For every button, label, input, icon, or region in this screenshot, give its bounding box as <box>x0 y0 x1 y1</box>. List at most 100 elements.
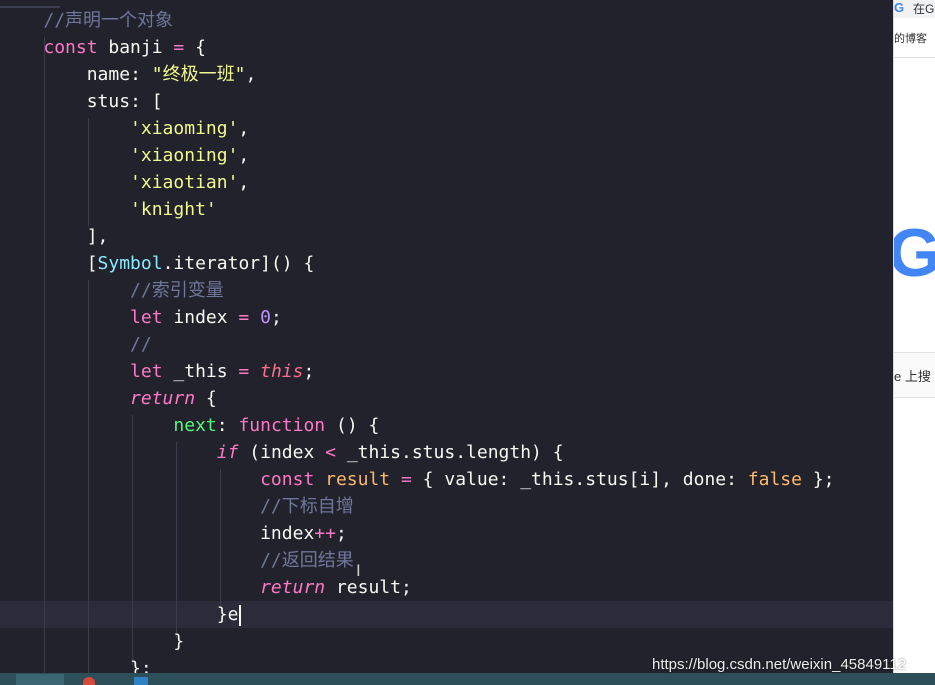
code-token: = <box>238 361 250 382</box>
code-token: 'xiaoning' <box>130 145 239 166</box>
code-token: function <box>238 415 326 436</box>
code-token: = <box>238 307 250 328</box>
code-token: index <box>260 523 315 544</box>
code-token: 'xiaotian' <box>130 172 239 193</box>
code-line[interactable]: } <box>0 628 184 655</box>
code-line[interactable]: }e <box>0 601 242 628</box>
code-line[interactable]: //下标自增 <box>0 493 354 520</box>
code-token: : [ <box>130 91 163 112</box>
code-token: , <box>238 145 250 166</box>
code-token: const <box>260 469 315 490</box>
code-token: }; <box>130 658 152 673</box>
code-line[interactable]: ], <box>0 223 109 250</box>
code-token: return <box>130 388 196 409</box>
code-token: ++ <box>314 523 336 544</box>
code-token: , <box>238 172 250 193</box>
code-token: if <box>216 442 239 463</box>
app-icon[interactable] <box>134 677 148 685</box>
google-logo-icon: GO <box>894 214 935 292</box>
taskbar-active-app[interactable] <box>16 674 64 685</box>
code-token: let <box>130 307 163 328</box>
browser-tab-title[interactable]: 在G <box>913 0 934 17</box>
text-cursor-ibeam-icon: Ⅰ <box>356 561 361 580</box>
code-line[interactable]: const result = { value: _this.stus[i], d… <box>0 466 835 493</box>
code-token: iterator <box>173 253 261 274</box>
code-token: , <box>245 64 257 85</box>
code-token: name <box>86 64 131 85</box>
code-token: Symbol <box>97 253 163 274</box>
code-line[interactable]: }; <box>0 655 152 673</box>
code-token: { <box>184 37 206 58</box>
code-line[interactable]: 'xiaoning', <box>0 142 249 169</box>
code-line[interactable]: index++; <box>0 520 347 547</box>
code-token: }; <box>801 469 835 490</box>
code-token: stus <box>86 91 131 112</box>
code-line[interactable]: return { <box>0 385 217 412</box>
code-line[interactable]: // <box>0 331 152 358</box>
code-token: _this.stus.length) { <box>335 442 564 463</box>
code-line[interactable]: stus: [ <box>0 88 163 115</box>
code-token: { value: _this.stus[i], done: <box>411 469 748 490</box>
code-token: ], <box>86 226 109 247</box>
code-line[interactable]: next: function () { <box>0 412 379 439</box>
code-editor[interactable]: //声明一个对象 const banji = { name: "终极一班", s… <box>0 0 893 673</box>
search-box-placeholder: e 上搜 <box>894 369 931 384</box>
code-token: = <box>173 37 185 58</box>
browser-window-edge[interactable]: G 在G 的博客 GO e 上搜 <box>893 0 935 673</box>
code-line[interactable]: //返回结果 <box>0 547 354 574</box>
code-token: < <box>325 442 336 463</box>
code-line[interactable]: return result; <box>0 574 412 601</box>
chrome-app-icon[interactable] <box>83 677 95 685</box>
code-line[interactable]: //索引变量 <box>0 277 224 304</box>
code-token: 'knight' <box>130 199 217 220</box>
code-token: // <box>130 334 152 355</box>
google-favicon-icon: G <box>894 0 905 15</box>
code-line[interactable]: 'knight' <box>0 196 217 223</box>
watermark: https://blog.csdn.net/weixin_45849112 <box>652 656 907 673</box>
code-line[interactable]: 'xiaotian', <box>0 169 249 196</box>
code-token: _this <box>162 361 239 382</box>
code-line[interactable]: const banji = { <box>0 34 206 61</box>
code-token: }e <box>216 604 239 625</box>
code-token: false <box>747 469 802 490</box>
code-token: ; <box>303 361 315 382</box>
bookmark-label[interactable]: 的博客 <box>894 30 927 46</box>
code-line[interactable]: //声明一个对象 <box>0 7 173 34</box>
code-token: next <box>173 415 217 436</box>
code-token: result <box>325 469 391 490</box>
code-token: let <box>130 361 163 382</box>
code-line[interactable]: [Symbol.iterator]() { <box>0 250 315 277</box>
code-line[interactable]: let index = 0; <box>0 304 282 331</box>
code-token: . <box>162 253 174 274</box>
code-line[interactable]: let _this = this; <box>0 358 314 385</box>
code-line[interactable]: 'xiaoming', <box>0 115 249 142</box>
code-line[interactable]: if (index < _this.stus.length) { <box>0 439 564 466</box>
code-token: //索引变量 <box>130 280 224 301</box>
code-token: banji <box>97 37 174 58</box>
taskbar <box>0 673 935 685</box>
code-token: (index <box>238 442 326 463</box>
code-token: ] <box>260 253 271 274</box>
code-line[interactable]: name: "终极一班", <box>0 61 257 88</box>
caret <box>239 604 242 626</box>
